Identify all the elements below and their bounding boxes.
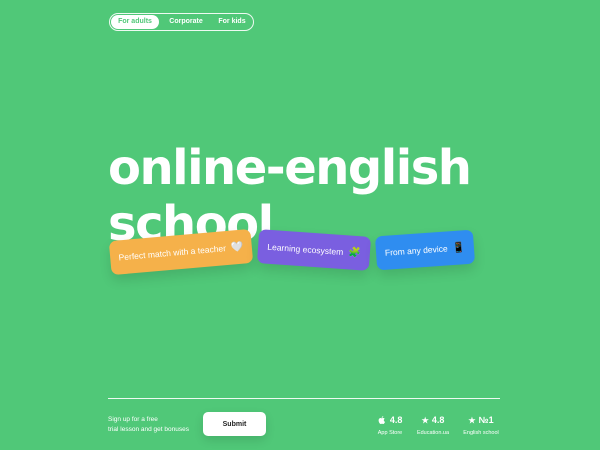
rating-label: Education.ua bbox=[416, 430, 450, 436]
rating-value: 4.8 bbox=[431, 415, 445, 425]
feature-label: Learning ecosystem bbox=[266, 241, 344, 258]
feature-card-ecosystem[interactable]: Learning ecosystem 🧩 bbox=[256, 229, 372, 271]
rating-english-school: ★ №1 English school bbox=[460, 414, 502, 438]
puzzle-icon: 🧩 bbox=[347, 246, 362, 259]
audience-switcher: For adults Corporate For kids bbox=[109, 13, 254, 31]
rating-education-ua: ★ 4.8 Education.ua bbox=[413, 414, 453, 438]
apple-icon bbox=[378, 416, 387, 425]
submit-button[interactable]: Submit bbox=[203, 412, 266, 436]
feature-card-device[interactable]: From any device 📱 bbox=[374, 229, 476, 271]
rating-app-store: 4.8 App Store bbox=[372, 414, 408, 438]
phone-icon: 📱 bbox=[452, 241, 466, 254]
heart-icon: 🤍 bbox=[230, 241, 244, 254]
star-icon: ★ bbox=[421, 416, 429, 425]
hero-title-line1: online-english bbox=[108, 140, 472, 196]
rating-value: №1 bbox=[478, 415, 494, 425]
rating-value: 4.8 bbox=[389, 415, 403, 425]
divider bbox=[108, 398, 500, 399]
signup-text-line2: trial lesson and get bonuses bbox=[108, 426, 189, 433]
star-icon: ★ bbox=[468, 416, 476, 425]
tab-corporate[interactable]: Corporate bbox=[159, 15, 213, 29]
feature-label: Perfect match with a teacher bbox=[118, 243, 227, 263]
rating-label: App Store bbox=[377, 430, 403, 436]
signup-text-line1: Sign up for a free bbox=[108, 416, 158, 423]
feature-label: From any device bbox=[384, 243, 448, 258]
signup-text: Sign up for a free trial lesson and get … bbox=[108, 415, 208, 435]
rating-label: English school bbox=[463, 430, 499, 436]
tab-for-adults[interactable]: For adults bbox=[111, 15, 159, 29]
tab-for-kids[interactable]: For kids bbox=[213, 15, 251, 29]
